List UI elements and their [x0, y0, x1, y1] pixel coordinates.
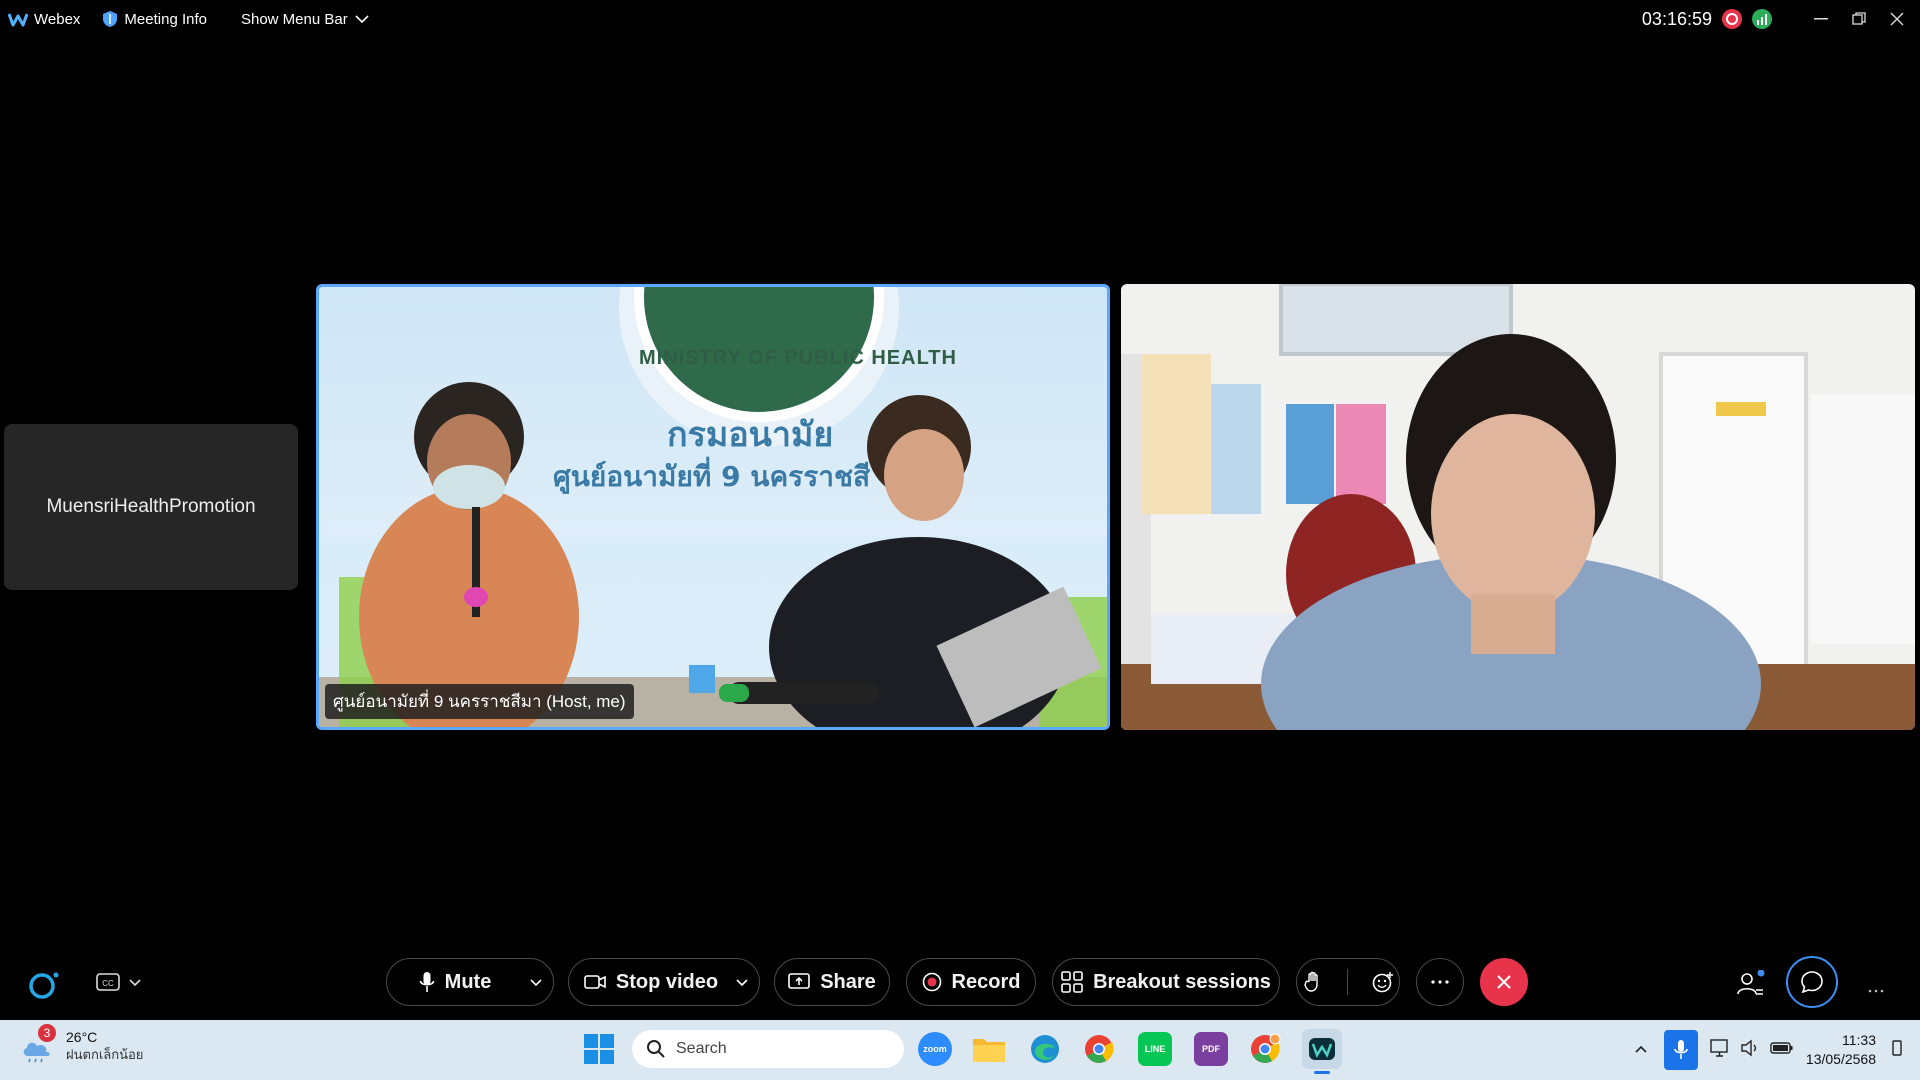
- notifications-icon[interactable]: [1892, 1039, 1902, 1061]
- participants-icon: [1737, 969, 1765, 995]
- chat-icon: [1801, 971, 1823, 994]
- chrome-profile-icon[interactable]: [1248, 1032, 1282, 1066]
- app-name: Webex: [34, 10, 81, 28]
- raise-hand-icon[interactable]: [1303, 971, 1323, 993]
- more-options-button[interactable]: [1416, 958, 1464, 1006]
- seal-text: MINISTRY OF PUBLIC HEALTH: [639, 347, 957, 369]
- stop-video-button[interactable]: Stop video: [568, 958, 760, 1006]
- windows-start-icon[interactable]: [584, 1034, 614, 1069]
- record-icon: [922, 972, 941, 992]
- titlebar-right: 03:16:59: [1642, 0, 1920, 38]
- weather-alert-badge: 3: [38, 1024, 56, 1042]
- recording-indicator-icon[interactable]: [1722, 9, 1742, 29]
- pdf-app-label: PDF: [1202, 1044, 1220, 1054]
- line-app-label: LINE: [1144, 1044, 1166, 1054]
- battery-icon[interactable]: [1770, 1040, 1794, 1061]
- shield-icon: [103, 11, 118, 27]
- system-clock[interactable]: 11:33 13/05/2568: [1806, 1031, 1876, 1069]
- file-explorer-icon[interactable]: [972, 1032, 1006, 1066]
- participants-panel-button[interactable]: [1736, 969, 1766, 1003]
- zoom-app-label: zoom: [923, 1044, 947, 1054]
- weather-widget[interactable]: 3 26°C ฝนตกเล็กน้อย: [20, 1024, 144, 1064]
- participant-video-feed: [1121, 284, 1915, 730]
- network-stats-icon[interactable]: [1752, 9, 1772, 29]
- host-banner-line-2: ศูนย์อนามัยที่ 9 นครราชสี: [553, 460, 871, 493]
- temperature: 26°C: [66, 1029, 98, 1045]
- chevron-down-icon[interactable]: [735, 978, 749, 987]
- webex-menu[interactable]: Webex: [8, 11, 80, 28]
- show-menu-bar-button[interactable]: Show Menu Bar: [241, 11, 370, 28]
- svg-text:CC: CC: [102, 979, 114, 988]
- end-call-icon: [1497, 975, 1511, 989]
- chrome-browser-icon[interactable]: [1082, 1032, 1116, 1066]
- chat-panel-button[interactable]: [1786, 956, 1838, 1008]
- line-app-icon[interactable]: LINE: [1138, 1032, 1172, 1066]
- chevron-down-icon: [355, 15, 369, 24]
- video-tile-participant[interactable]: [1121, 284, 1915, 730]
- webex-assistant-icon[interactable]: [28, 970, 60, 1005]
- restore-icon[interactable]: [1840, 0, 1878, 38]
- share-screen-icon: [788, 973, 811, 989]
- mute-button[interactable]: Mute: [386, 958, 554, 1006]
- search-icon: [647, 1040, 665, 1058]
- breakout-sessions-label: Breakout sessions: [1093, 970, 1271, 993]
- meeting-timer: 03:16:59: [1641, 8, 1712, 29]
- participant-tile-no-video[interactable]: MuensriHealthPromotion: [4, 424, 298, 590]
- end-meeting-button[interactable]: [1480, 958, 1528, 1006]
- share-button[interactable]: Share: [774, 958, 890, 1006]
- participant-name: MuensriHealthPromotion: [46, 496, 256, 517]
- video-camera-icon: [584, 975, 606, 989]
- clock-time: 11:33: [1842, 1032, 1876, 1048]
- chevron-up-icon[interactable]: [1634, 1041, 1648, 1059]
- stop-video-label: Stop video: [615, 970, 719, 993]
- record-label: Record: [951, 970, 1021, 993]
- breakout-sessions-button[interactable]: Breakout sessions: [1052, 958, 1280, 1006]
- title-bar: Webex Meeting Info Show Menu Bar 03:16:5…: [0, 0, 1920, 38]
- emoji-reaction-icon[interactable]: [1372, 971, 1394, 993]
- show-menu-bar-label: Show Menu Bar: [240, 10, 348, 28]
- more-panels-icon[interactable]: [1868, 980, 1884, 998]
- meeting-info-button[interactable]: Meeting Info: [102, 10, 207, 28]
- zoom-app-icon[interactable]: zoom: [918, 1032, 952, 1066]
- reactions-group: [1296, 958, 1400, 1006]
- meeting-toolbar: CC Mute Stop video Share Record Breakout…: [0, 950, 1920, 1014]
- video-tile-host[interactable]: กรมอนามัย ศูนย์อนามัยที่ 9 นครราชสี MINI…: [316, 284, 1110, 730]
- chevron-down-icon[interactable]: [529, 978, 543, 987]
- host-name-tag: ศูนย์อนามัยที่ 9 นครราชสีมา (Host, me): [325, 684, 634, 719]
- more-icon: [1431, 980, 1449, 984]
- minimize-icon[interactable]: [1802, 0, 1840, 38]
- windows-taskbar: 3 26°C ฝนตกเล็กน้อย Search zoom LINE PDF: [0, 1020, 1920, 1080]
- closed-captions-button[interactable]: CC: [96, 972, 142, 992]
- webex-taskbar-icon[interactable]: [1302, 1029, 1342, 1074]
- weather-description: ฝนตกเล็กน้อย: [66, 1047, 144, 1062]
- record-button[interactable]: Record: [906, 958, 1036, 1006]
- share-label: Share: [820, 970, 876, 993]
- mute-label: Mute: [444, 970, 492, 993]
- breakout-grid-icon: [1061, 971, 1083, 993]
- webex-logo-icon: [8, 13, 28, 27]
- clock-date: 13/05/2568: [1805, 1051, 1876, 1067]
- weather-cloud-icon: 3: [20, 1024, 56, 1064]
- close-icon[interactable]: [1878, 0, 1916, 38]
- network-icon[interactable]: [1710, 1038, 1732, 1063]
- system-tray: 11:33 13/05/2568: [1634, 1020, 1920, 1080]
- mic-in-use-icon[interactable]: [1663, 1030, 1698, 1070]
- meeting-info-label: Meeting Info: [124, 10, 207, 28]
- taskbar-search[interactable]: Search: [632, 1030, 904, 1068]
- pdf-app-icon[interactable]: PDF: [1194, 1032, 1228, 1066]
- volume-icon[interactable]: [1740, 1038, 1762, 1063]
- cc-icon: CC: [96, 973, 120, 991]
- chevron-down-icon: [129, 978, 141, 986]
- search-placeholder: Search: [676, 1040, 727, 1057]
- host-banner-line-1: กรมอนามัย: [667, 415, 834, 455]
- edge-browser-icon[interactable]: [1028, 1032, 1062, 1066]
- microphone-icon: [419, 972, 434, 992]
